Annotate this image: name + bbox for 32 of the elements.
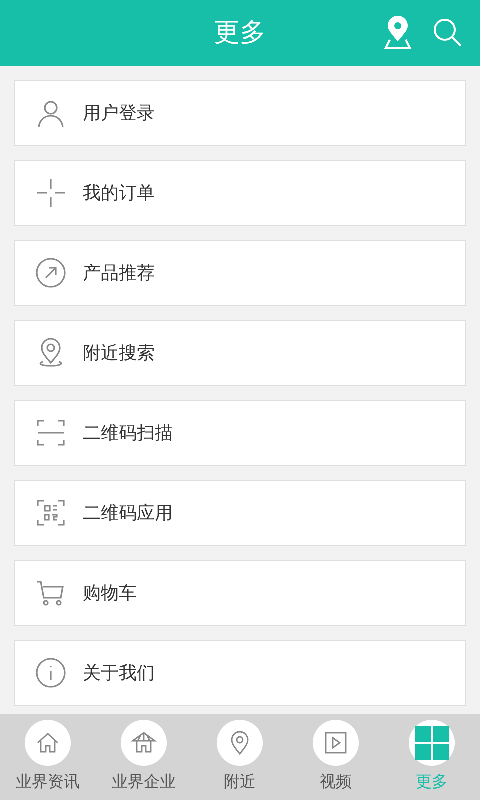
menu-item[interactable]: 附近搜索 — [14, 320, 466, 386]
menu-label: 附近搜索 — [83, 342, 155, 366]
menu-label: 二维码应用 — [83, 502, 173, 526]
menu-label: 购物车 — [83, 582, 137, 606]
menu-item[interactable]: 关于我们 — [14, 640, 466, 706]
menu-item[interactable]: 购物车 — [14, 560, 466, 626]
arrow-circle-icon — [35, 257, 67, 289]
nav-tab[interactable]: 业界资讯 — [0, 714, 96, 800]
menu-item[interactable]: 产品推荐 — [14, 240, 466, 306]
menu-item[interactable]: 二维码扫描 — [14, 400, 466, 466]
nav-tab[interactable]: 视频 — [288, 714, 384, 800]
page-title: 更多 — [214, 16, 266, 50]
nav-tab[interactable]: 业界企业 — [96, 714, 192, 800]
map-pin-button[interactable] — [384, 16, 412, 50]
menu-item[interactable]: 我的订单 — [14, 160, 466, 226]
crosshair-icon — [35, 177, 67, 209]
search-icon — [432, 17, 464, 49]
play-icon — [323, 730, 349, 756]
menu-item[interactable]: 用户登录 — [14, 80, 466, 146]
menu-label: 关于我们 — [83, 662, 155, 686]
nav-tab[interactable]: 附近 — [192, 714, 288, 800]
menu-label: 二维码扫描 — [83, 422, 173, 446]
menu-item[interactable]: 二维码应用 — [14, 480, 466, 546]
qr-code-icon — [35, 497, 67, 529]
menu-label: 我的订单 — [83, 182, 155, 206]
map-pin-icon — [384, 16, 412, 50]
menu-label: 用户登录 — [83, 102, 155, 126]
search-button[interactable] — [432, 17, 464, 49]
info-icon — [35, 657, 67, 689]
scan-frame-icon — [35, 417, 67, 449]
grid-icon — [415, 726, 449, 760]
menu-label: 产品推荐 — [83, 262, 155, 286]
